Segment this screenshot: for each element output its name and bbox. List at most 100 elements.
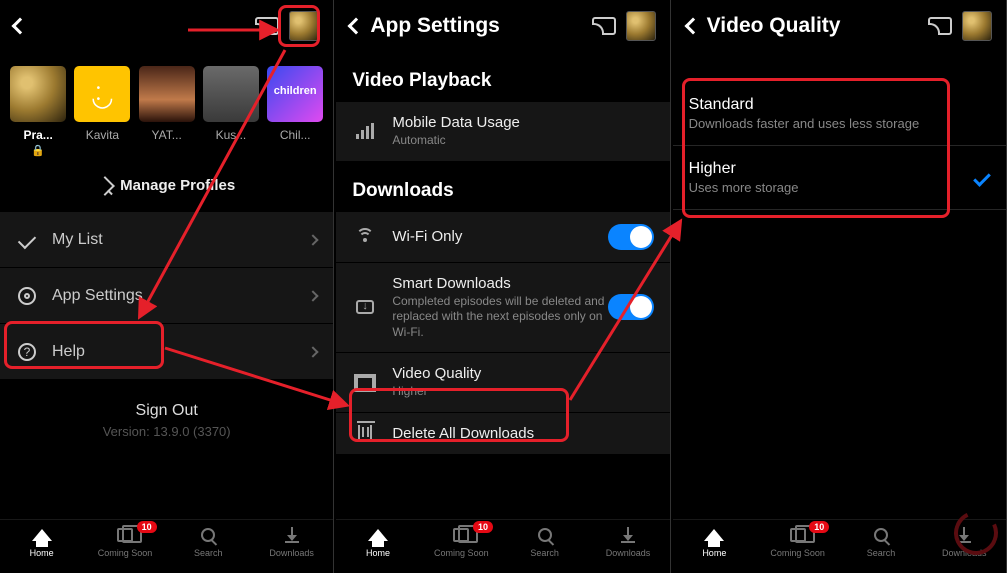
nav-downloads[interactable]: Downloads: [586, 524, 669, 573]
profile-label: Kavita: [72, 128, 132, 142]
stack-icon: [450, 524, 472, 546]
badge: 10: [809, 521, 829, 533]
sign-out-button[interactable]: Sign Out: [0, 402, 333, 420]
nav-home[interactable]: Home: [336, 524, 419, 573]
bottom-nav: Home 10 Coming Soon Search Downloads: [0, 519, 333, 573]
screen-app-settings: App Settings Video Playback Mobile Data …: [336, 0, 670, 573]
menu-label: Help: [52, 343, 85, 361]
trash-icon: [352, 425, 378, 441]
nav-coming-soon[interactable]: 10 Coming Soon: [756, 524, 839, 573]
nav-coming-soon[interactable]: 10 Coming Soon: [420, 524, 503, 573]
nav-label: Search: [530, 548, 559, 558]
home-icon: [367, 524, 389, 546]
nav-label: Home: [702, 548, 726, 558]
setting-delete-downloads[interactable]: Delete All Downloads: [336, 413, 669, 455]
back-icon[interactable]: [348, 18, 365, 35]
wifi-icon: [352, 228, 378, 246]
profile-item[interactable]: Kavita: [72, 66, 132, 157]
setting-sub: Higher: [392, 384, 653, 400]
setting-video-quality[interactable]: Video Quality Higher: [336, 353, 669, 413]
back-icon[interactable]: [12, 18, 29, 35]
lock-icon: 🔒: [8, 144, 68, 157]
stack-icon: [114, 524, 136, 546]
badge: 10: [137, 521, 157, 533]
version-label: Version: 13.9.0 (3370): [0, 424, 333, 439]
nav-label: Home: [366, 548, 390, 558]
header: [0, 0, 333, 52]
page-title: Video Quality: [707, 14, 841, 38]
help-icon: ?: [16, 343, 38, 361]
header: Video Quality: [673, 0, 1006, 52]
screen-video-quality: Video Quality Standard Downloads faster …: [673, 0, 1007, 573]
nav-label: Coming Soon: [434, 548, 489, 558]
home-icon: [703, 524, 725, 546]
profile-avatar-icon: [267, 66, 323, 122]
avatar[interactable]: [626, 11, 656, 41]
bottom-nav: Home 10 Coming Soon Search Downloads: [336, 519, 669, 573]
avatar[interactable]: [962, 11, 992, 41]
setting-sub: Automatic: [392, 133, 653, 149]
setting-title: Delete All Downloads: [392, 425, 653, 442]
menu-app-settings[interactable]: App Settings: [0, 268, 333, 324]
back-icon[interactable]: [684, 18, 701, 35]
check-icon: [16, 235, 38, 245]
nav-label: Coming Soon: [98, 548, 153, 558]
section-downloads: Downloads: [336, 162, 669, 212]
section-video-playback: Video Playback: [336, 52, 669, 102]
download-icon: [617, 524, 639, 546]
stack-icon: [787, 524, 809, 546]
menu-my-list[interactable]: My List: [0, 212, 333, 268]
chevron-right-icon: [308, 290, 319, 301]
nav-search[interactable]: Search: [503, 524, 586, 573]
nav-downloads[interactable]: Downloads: [250, 524, 333, 573]
nav-search[interactable]: Search: [839, 524, 922, 573]
profile-item[interactable]: Chil...: [265, 66, 325, 157]
avatar[interactable]: [289, 11, 319, 41]
profile-avatar-icon: [139, 66, 195, 122]
screen-profile: Pra... 🔒 Kavita YAT... Kus... Chil... Ma…: [0, 0, 334, 573]
menu-help[interactable]: ? Help: [0, 324, 333, 380]
chevron-right-icon: [308, 234, 319, 245]
profile-row: Pra... 🔒 Kavita YAT... Kus... Chil...: [0, 52, 333, 161]
smart-download-toggle[interactable]: [608, 294, 654, 320]
profile-item[interactable]: YAT...: [137, 66, 197, 157]
smart-download-icon: [352, 300, 378, 314]
nav-search[interactable]: Search: [167, 524, 250, 573]
nav-label: Coming Soon: [770, 548, 825, 558]
option-title: Standard: [689, 96, 990, 114]
video-quality-icon: [352, 376, 378, 390]
cast-icon[interactable]: [592, 17, 616, 35]
search-icon: [534, 524, 556, 546]
setting-wifi-only[interactable]: Wi-Fi Only: [336, 212, 669, 263]
account-menu: My List App Settings ? Help: [0, 212, 333, 380]
nav-home[interactable]: Home: [0, 524, 83, 573]
profile-avatar-icon: [74, 66, 130, 122]
nav-home[interactable]: Home: [673, 524, 756, 573]
wifi-only-toggle[interactable]: [608, 224, 654, 250]
download-icon: [281, 524, 303, 546]
setting-sub: Completed episodes will be deleted and r…: [392, 294, 607, 341]
nav-label: Downloads: [269, 548, 314, 558]
search-icon: [197, 524, 219, 546]
cast-icon[interactable]: [255, 17, 279, 35]
gear-icon: [16, 287, 38, 305]
search-icon: [870, 524, 892, 546]
quality-standard[interactable]: Standard Downloads faster and uses less …: [673, 82, 1006, 146]
option-sub: Downloads faster and uses less storage: [689, 116, 990, 131]
nav-coming-soon[interactable]: 10 Coming Soon: [83, 524, 166, 573]
quality-higher[interactable]: Higher Uses more storage: [673, 146, 1006, 210]
setting-smart-downloads[interactable]: Smart Downloads Completed episodes will …: [336, 263, 669, 354]
nav-label: Search: [867, 548, 896, 558]
option-title: Higher: [689, 160, 990, 178]
profile-item[interactable]: Pra... 🔒: [8, 66, 68, 157]
setting-mobile-data[interactable]: Mobile Data Usage Automatic: [336, 102, 669, 162]
manage-profiles-button[interactable]: Manage Profiles: [0, 161, 333, 212]
badge: 10: [473, 521, 493, 533]
profile-item[interactable]: Kus...: [201, 66, 261, 157]
nav-label: Search: [194, 548, 223, 558]
profile-label: Kus...: [201, 128, 261, 142]
page-title: App Settings: [370, 14, 500, 38]
setting-title: Wi-Fi Only: [392, 228, 607, 245]
home-icon: [31, 524, 53, 546]
cast-icon[interactable]: [928, 17, 952, 35]
